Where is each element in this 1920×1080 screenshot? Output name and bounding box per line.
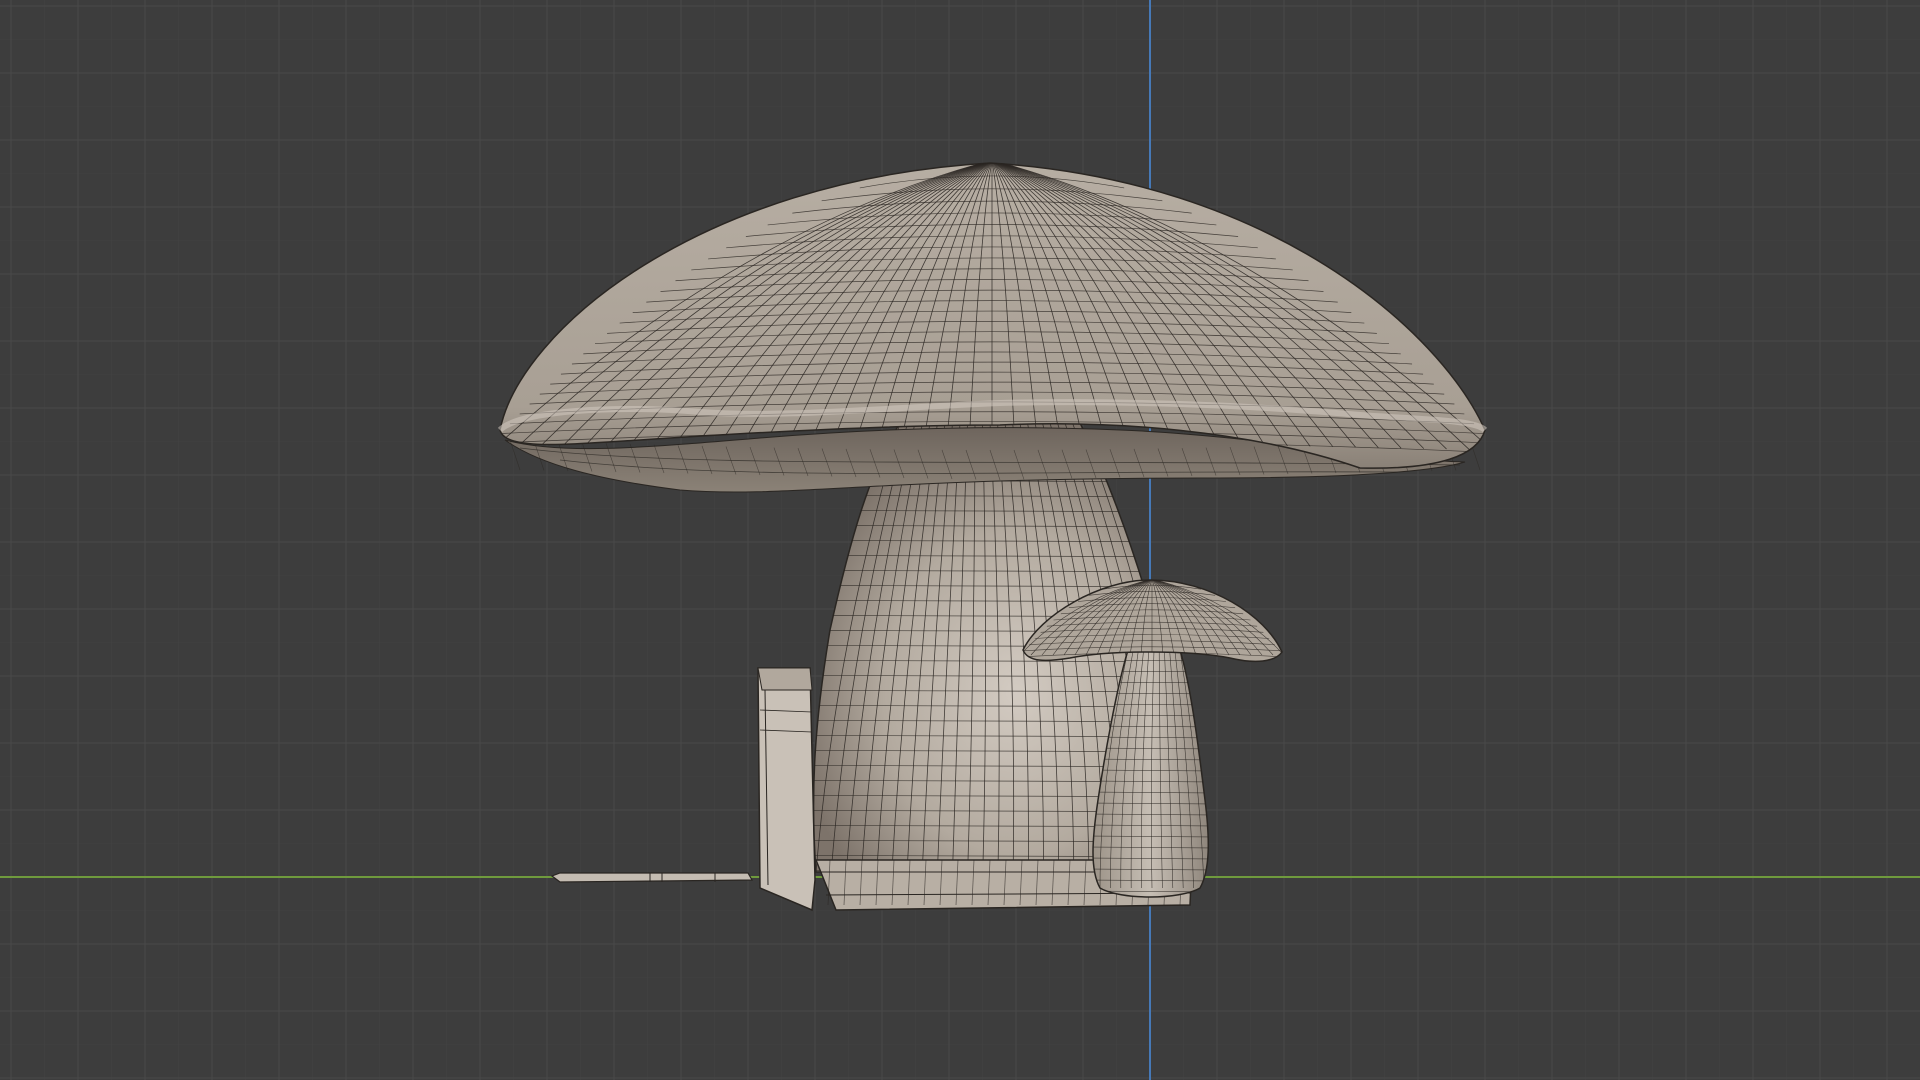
door-frame[interactable] [757, 667, 816, 912]
3d-viewport[interactable] [0, 0, 1920, 1080]
ground-plank[interactable] [550, 872, 754, 883]
viewport-canvas[interactable] [0, 0, 1920, 1080]
large-mushroom-cap[interactable] [482, 162, 1502, 469]
